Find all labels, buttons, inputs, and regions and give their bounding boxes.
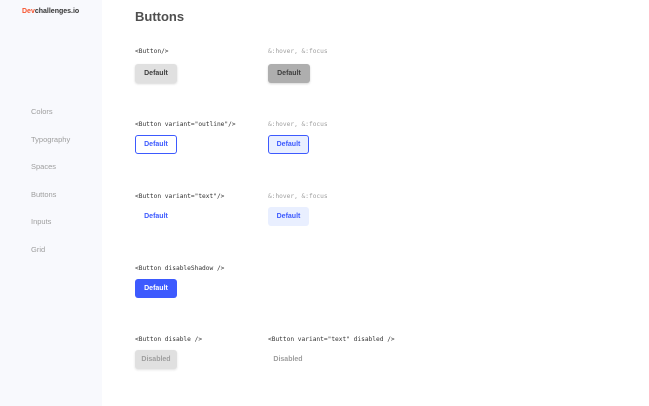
- code-label-text-hover: &:hover, &:focus: [268, 193, 328, 200]
- code-label-outline: <Button variant="outline"/>: [135, 121, 236, 128]
- sidebar-item-grid[interactable]: Grid: [31, 244, 70, 272]
- disabled-button: Disabled: [135, 350, 177, 369]
- sidebar-item-spaces[interactable]: Spaces: [31, 161, 70, 189]
- page-title: Buttons: [135, 9, 185, 24]
- logo-text: challenges.io: [34, 8, 80, 15]
- code-label-disable-shadow: <Button disableShadow />: [135, 265, 225, 272]
- outline-button[interactable]: Default: [135, 135, 177, 154]
- code-label-text: <Button variant="text"/>: [135, 193, 225, 200]
- outline-hover-button[interactable]: Default: [268, 135, 309, 154]
- disable-shadow-button[interactable]: Default: [135, 279, 177, 298]
- code-label-default-hover: &:hover, &:focus: [268, 48, 328, 55]
- sidebar-item-colors[interactable]: Colors: [31, 106, 70, 134]
- code-label-default: <Button/>: [135, 48, 169, 55]
- sidebar: Devchallenges.io Colors Typography Space…: [0, 0, 102, 406]
- code-label-disabled: <Button disable />: [135, 336, 203, 343]
- text-button[interactable]: Default: [135, 207, 177, 226]
- logo[interactable]: Devchallenges.io: [22, 8, 79, 15]
- text-disabled-button: Disabled: [267, 350, 309, 369]
- sidebar-item-inputs[interactable]: Inputs: [31, 216, 70, 244]
- default-button[interactable]: Default: [135, 64, 177, 83]
- default-hover-button[interactable]: Default: [268, 64, 310, 83]
- sidebar-item-typography[interactable]: Typography: [31, 134, 70, 162]
- code-label-outline-hover: &:hover, &:focus: [268, 121, 328, 128]
- page: Devchallenges.io Colors Typography Space…: [0, 0, 649, 406]
- logo-brand: Dev: [22, 8, 35, 15]
- sidebar-nav: Colors Typography Spaces Buttons Inputs …: [31, 106, 70, 272]
- sidebar-item-buttons[interactable]: Buttons: [31, 189, 70, 217]
- text-hover-button[interactable]: Default: [268, 207, 309, 226]
- code-label-text-disabled: <Button variant="text" disabled />: [268, 336, 395, 343]
